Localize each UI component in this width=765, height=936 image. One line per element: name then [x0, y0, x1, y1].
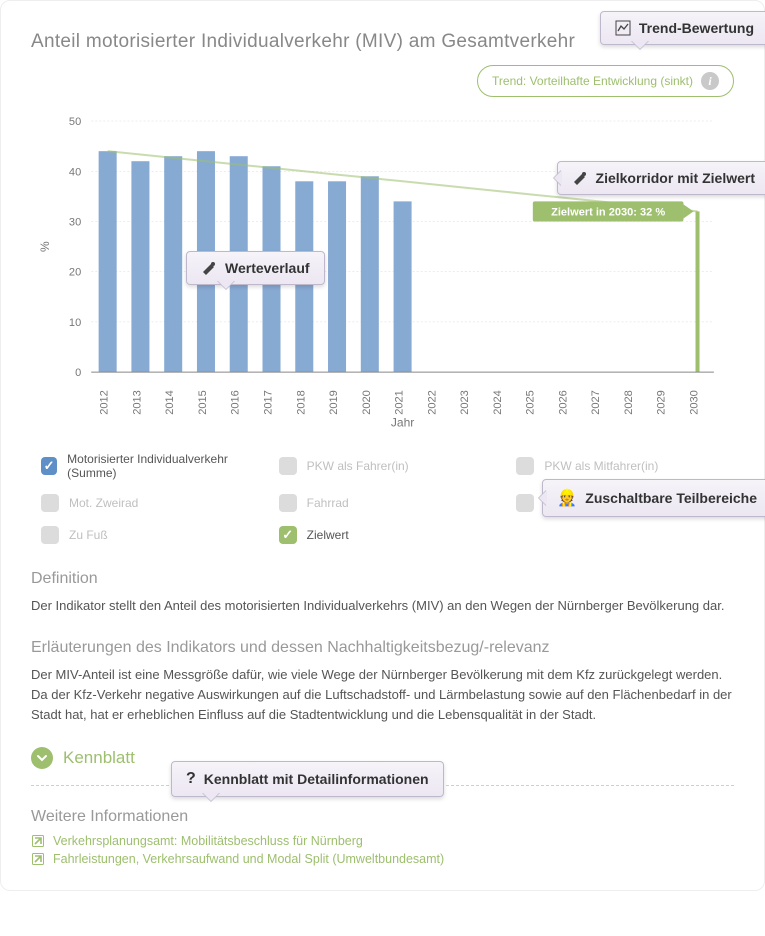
svg-text:30: 30: [69, 216, 81, 228]
legend-label: PKW als Fahrer(in): [307, 459, 409, 473]
svg-text:2016: 2016: [230, 390, 242, 415]
svg-text:2023: 2023: [459, 390, 471, 415]
legend-label: PKW als Mitfahrer(in): [544, 459, 658, 473]
callout-label: Zielkorridor mit Zielwert: [596, 170, 755, 186]
callout-trend: Trend-Bewertung: [600, 11, 765, 45]
svg-text:2014: 2014: [164, 390, 176, 415]
checkbox-icon: ✓: [41, 457, 57, 475]
external-link-icon: [31, 852, 45, 866]
links-list: Verkehrsplanungsamt: Mobilitätsbeschluss…: [31, 834, 734, 866]
svg-text:2025: 2025: [525, 390, 537, 415]
legend-item[interactable]: ✓ Motorisierter Individualverkehr (Summe): [41, 452, 259, 480]
telescope-icon: [201, 260, 217, 276]
svg-text:2022: 2022: [426, 390, 438, 415]
callout-label: Zuschaltbare Teilbereiche: [585, 490, 757, 506]
telescope-icon: [572, 170, 588, 186]
callout-label: Trend-Bewertung: [639, 20, 754, 36]
legend-label: Motorisierter Individualverkehr (Summe): [67, 452, 259, 480]
svg-text:2027: 2027: [590, 390, 602, 415]
svg-text:2030: 2030: [689, 390, 701, 415]
checkbox-icon: [516, 457, 534, 475]
svg-text:2018: 2018: [295, 390, 307, 415]
svg-text:10: 10: [69, 317, 81, 329]
external-link[interactable]: Fahrleistungen, Verkehrsaufwand und Moda…: [31, 852, 734, 866]
svg-text:2026: 2026: [557, 390, 569, 415]
callout-kenn: ? Kennblatt mit Detailinformationen: [171, 761, 444, 797]
callout-werte: Werteverlauf: [186, 251, 325, 285]
link-label: Verkehrsplanungsamt: Mobilitätsbeschluss…: [53, 834, 363, 848]
svg-text:2020: 2020: [361, 390, 373, 415]
section-heading-more: Weitere Informationen: [31, 808, 734, 826]
callout-label: Werteverlauf: [225, 260, 310, 276]
svg-text:40: 40: [69, 166, 81, 178]
person-icon: 👷: [557, 488, 577, 508]
checkbox-icon: [279, 494, 297, 512]
legend-label: Mot. Zweirad: [69, 496, 138, 510]
link-label: Fahrleistungen, Verkehrsaufwand und Moda…: [53, 852, 444, 866]
chart: 01020304050%2012201320142015201620172018…: [31, 111, 734, 432]
svg-text:Zielwert in 2030: 32 %: Zielwert in 2030: 32 %: [551, 206, 665, 218]
trend-badge: Trend: Vorteilhafte Entwicklung (sinkt) …: [477, 65, 734, 97]
checkbox-icon: [41, 526, 59, 544]
svg-text:Jahr: Jahr: [391, 415, 414, 429]
svg-text:0: 0: [75, 367, 81, 379]
chevron-down-icon: [31, 747, 53, 769]
chart-icon: [615, 20, 631, 36]
indicator-card: Trend-Bewertung Zielkorridor mit Zielwer…: [0, 0, 765, 891]
legend-item[interactable]: Fahrrad: [279, 494, 497, 512]
legend-item[interactable]: Zu Fuß: [41, 526, 259, 544]
svg-text:2015: 2015: [197, 390, 209, 415]
trend-text: Trend: Vorteilhafte Entwicklung (sinkt): [492, 74, 693, 88]
svg-text:%: %: [38, 241, 52, 252]
checkbox-icon: ✓: [279, 526, 297, 544]
external-link[interactable]: Verkehrsplanungsamt: Mobilitätsbeschluss…: [31, 834, 734, 848]
info-icon[interactable]: i: [701, 72, 719, 90]
chart-svg: 01020304050%2012201320142015201620172018…: [31, 111, 734, 432]
kennblatt-label: Kennblatt: [63, 748, 135, 768]
svg-text:2029: 2029: [656, 390, 668, 415]
svg-text:2019: 2019: [328, 390, 340, 415]
definition-text: Der Indikator stellt den Anteil des moto…: [31, 596, 734, 616]
svg-text:2021: 2021: [394, 390, 406, 415]
svg-text:2012: 2012: [99, 390, 111, 415]
callout-teil: 👷 Zuschaltbare Teilbereiche: [542, 479, 765, 517]
callout-ziel: Zielkorridor mit Zielwert: [557, 161, 765, 195]
legend-item[interactable]: PKW als Fahrer(in): [279, 452, 497, 480]
svg-text:50: 50: [69, 116, 81, 128]
legend-label: Zu Fuß: [69, 528, 108, 542]
legend-item[interactable]: ✓ Zielwert: [279, 526, 497, 544]
external-link-icon: [31, 834, 45, 848]
section-heading-definition: Definition: [31, 570, 734, 588]
legend-item[interactable]: PKW als Mitfahrer(in): [516, 452, 734, 480]
svg-text:2017: 2017: [263, 390, 275, 415]
svg-text:2028: 2028: [623, 390, 635, 415]
svg-text:2024: 2024: [492, 390, 504, 415]
explanation-text: Der MIV-Anteil ist eine Messgröße dafür,…: [31, 665, 734, 725]
checkbox-icon: [279, 457, 297, 475]
checkbox-icon: [41, 494, 59, 512]
legend-label: Fahrrad: [307, 496, 349, 510]
legend-item[interactable]: Mot. Zweirad: [41, 494, 259, 512]
callout-label: Kennblatt mit Detailinformationen: [204, 771, 429, 787]
legend-label: Zielwert: [307, 528, 349, 542]
svg-text:20: 20: [69, 267, 81, 279]
svg-text:2013: 2013: [131, 390, 143, 415]
question-icon: ?: [186, 770, 196, 788]
section-heading-explanation: Erläuterungen des Indikators und dessen …: [31, 639, 734, 657]
